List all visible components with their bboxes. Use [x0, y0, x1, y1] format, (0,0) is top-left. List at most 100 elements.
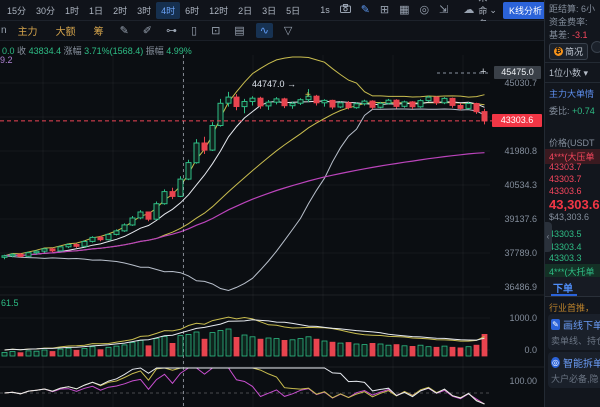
candle[interactable]	[218, 103, 223, 125]
overview-button[interactable]: ₿ 简况	[549, 43, 588, 60]
candle[interactable]	[450, 98, 455, 105]
ask-row[interactable]: 43303.6	[549, 186, 582, 196]
candle[interactable]	[282, 99, 287, 106]
candle[interactable]	[474, 104, 479, 112]
candle[interactable]	[226, 97, 231, 103]
candle[interactable]	[242, 102, 247, 107]
candlestick-chart[interactable]: 0.0 收 43834.4 涨幅 3.71%(1568.4) 振幅 4.99% …	[0, 42, 544, 407]
clipped-button[interactable]	[591, 41, 600, 53]
curve-tool-icon-active[interactable]: ∿	[256, 23, 273, 38]
timeframe-2日[interactable]: 2日	[233, 2, 257, 19]
ask-row[interactable]: 43303.7	[549, 162, 582, 172]
candle[interactable]	[18, 254, 23, 256]
candle[interactable]	[66, 245, 71, 247]
timeframe-6时[interactable]: 6时	[180, 2, 204, 19]
candle[interactable]	[154, 204, 159, 220]
candle[interactable]	[82, 242, 87, 247]
candle[interactable]	[162, 192, 167, 204]
candle[interactable]	[426, 97, 431, 101]
candle[interactable]	[322, 100, 327, 102]
candle[interactable]	[434, 97, 439, 103]
candle[interactable]	[50, 249, 55, 251]
timeframe-1日[interactable]: 1日	[84, 2, 108, 19]
candle[interactable]	[2, 256, 7, 257]
pencil-icon[interactable]: ✎	[113, 24, 136, 37]
timeframe-1s[interactable]: 1s	[315, 3, 335, 17]
candle[interactable]	[418, 101, 423, 107]
candle[interactable]	[114, 231, 119, 235]
tool-main-force[interactable]: 主力	[9, 23, 47, 38]
kline-analysis-button[interactable]: K线分析	[503, 2, 548, 19]
candle[interactable]	[74, 245, 79, 247]
candle[interactable]	[346, 103, 351, 108]
camera-icon[interactable]	[335, 4, 356, 16]
timeframe-3时[interactable]: 3时	[132, 2, 156, 19]
draw-pencil-icon[interactable]: ✎	[356, 5, 375, 16]
link-line-icon[interactable]: ⊶	[159, 24, 184, 37]
timeframe-4时[interactable]: 4时	[156, 2, 180, 19]
candle[interactable]	[58, 247, 63, 251]
candle[interactable]	[250, 98, 255, 101]
candle[interactable]	[402, 102, 407, 106]
filter-funnel-icon[interactable]: ▽	[277, 24, 299, 37]
candle[interactable]	[138, 212, 143, 218]
candle[interactable]	[362, 101, 367, 104]
sidebar-collapse-handle[interactable]: ‹	[544, 222, 552, 252]
tool-large-orders[interactable]: 大额	[47, 23, 85, 38]
pen-draw-icon[interactable]: ✐	[136, 24, 159, 37]
target-icon[interactable]: ◎	[415, 5, 435, 16]
candle[interactable]	[370, 101, 375, 107]
candle[interactable]	[330, 100, 335, 107]
candle[interactable]	[202, 143, 207, 150]
decimals-dropdown[interactable]: 1位小数 ▾	[545, 62, 600, 83]
box-tool-icon[interactable]: ▯	[184, 24, 204, 37]
candle[interactable]	[314, 96, 319, 103]
timeframe-1时[interactable]: 1时	[60, 2, 84, 19]
candle[interactable]	[210, 126, 215, 151]
whale-orders-header[interactable]: 主力大单情	[549, 87, 594, 100]
candle[interactable]	[482, 112, 487, 121]
timeframe-2时[interactable]: 2时	[108, 2, 132, 19]
candle[interactable]	[90, 237, 95, 241]
candle[interactable]	[386, 100, 391, 103]
candle[interactable]	[98, 237, 103, 239]
bid-row[interactable]: 43303.3	[549, 253, 582, 263]
candle[interactable]	[186, 163, 191, 180]
candle[interactable]	[178, 179, 183, 196]
candle[interactable]	[458, 106, 463, 109]
image-snapshot-icon[interactable]: ▦	[394, 5, 414, 16]
note-icon[interactable]: ▤	[227, 24, 251, 37]
tab-place-order[interactable]: 下单	[553, 280, 573, 295]
candle[interactable]	[442, 98, 447, 102]
timeframe-15分[interactable]: 15分	[2, 2, 31, 19]
candle[interactable]	[290, 103, 295, 105]
timeframe-12时[interactable]: 12时	[204, 2, 233, 19]
candle[interactable]	[26, 253, 31, 257]
candle[interactable]	[354, 104, 359, 108]
add-chart-icon[interactable]: ⊞	[375, 5, 394, 16]
candle[interactable]	[298, 100, 303, 104]
candle[interactable]	[130, 218, 135, 225]
candle[interactable]	[338, 103, 343, 107]
candle[interactable]	[194, 143, 199, 163]
draw-line-order-card[interactable]: ✎画线下单 卖单线、持仓	[548, 314, 600, 350]
timeframe-5日[interactable]: 5日	[281, 2, 305, 19]
chart-canvas[interactable]	[0, 42, 544, 407]
candle[interactable]	[34, 251, 39, 253]
candle[interactable]	[170, 192, 175, 197]
candle[interactable]	[410, 102, 415, 107]
candle[interactable]	[274, 99, 279, 102]
add-alert-icon[interactable]: +	[480, 67, 486, 78]
fullscreen-icon[interactable]: ⇲	[434, 5, 453, 16]
timeframe-30分[interactable]: 30分	[31, 2, 60, 19]
last-price-badge[interactable]: 43303.6	[492, 114, 542, 127]
ask-row[interactable]: 43303.7	[549, 174, 582, 184]
candle[interactable]	[378, 103, 383, 107]
candle[interactable]	[466, 104, 471, 109]
candle[interactable]	[394, 100, 399, 106]
timeframe-3日[interactable]: 3日	[257, 2, 281, 19]
candle[interactable]	[234, 97, 239, 106]
tool-chips[interactable]: 筹	[85, 23, 113, 38]
bid-row[interactable]: 43303.4	[549, 242, 582, 252]
candle[interactable]	[10, 254, 15, 256]
